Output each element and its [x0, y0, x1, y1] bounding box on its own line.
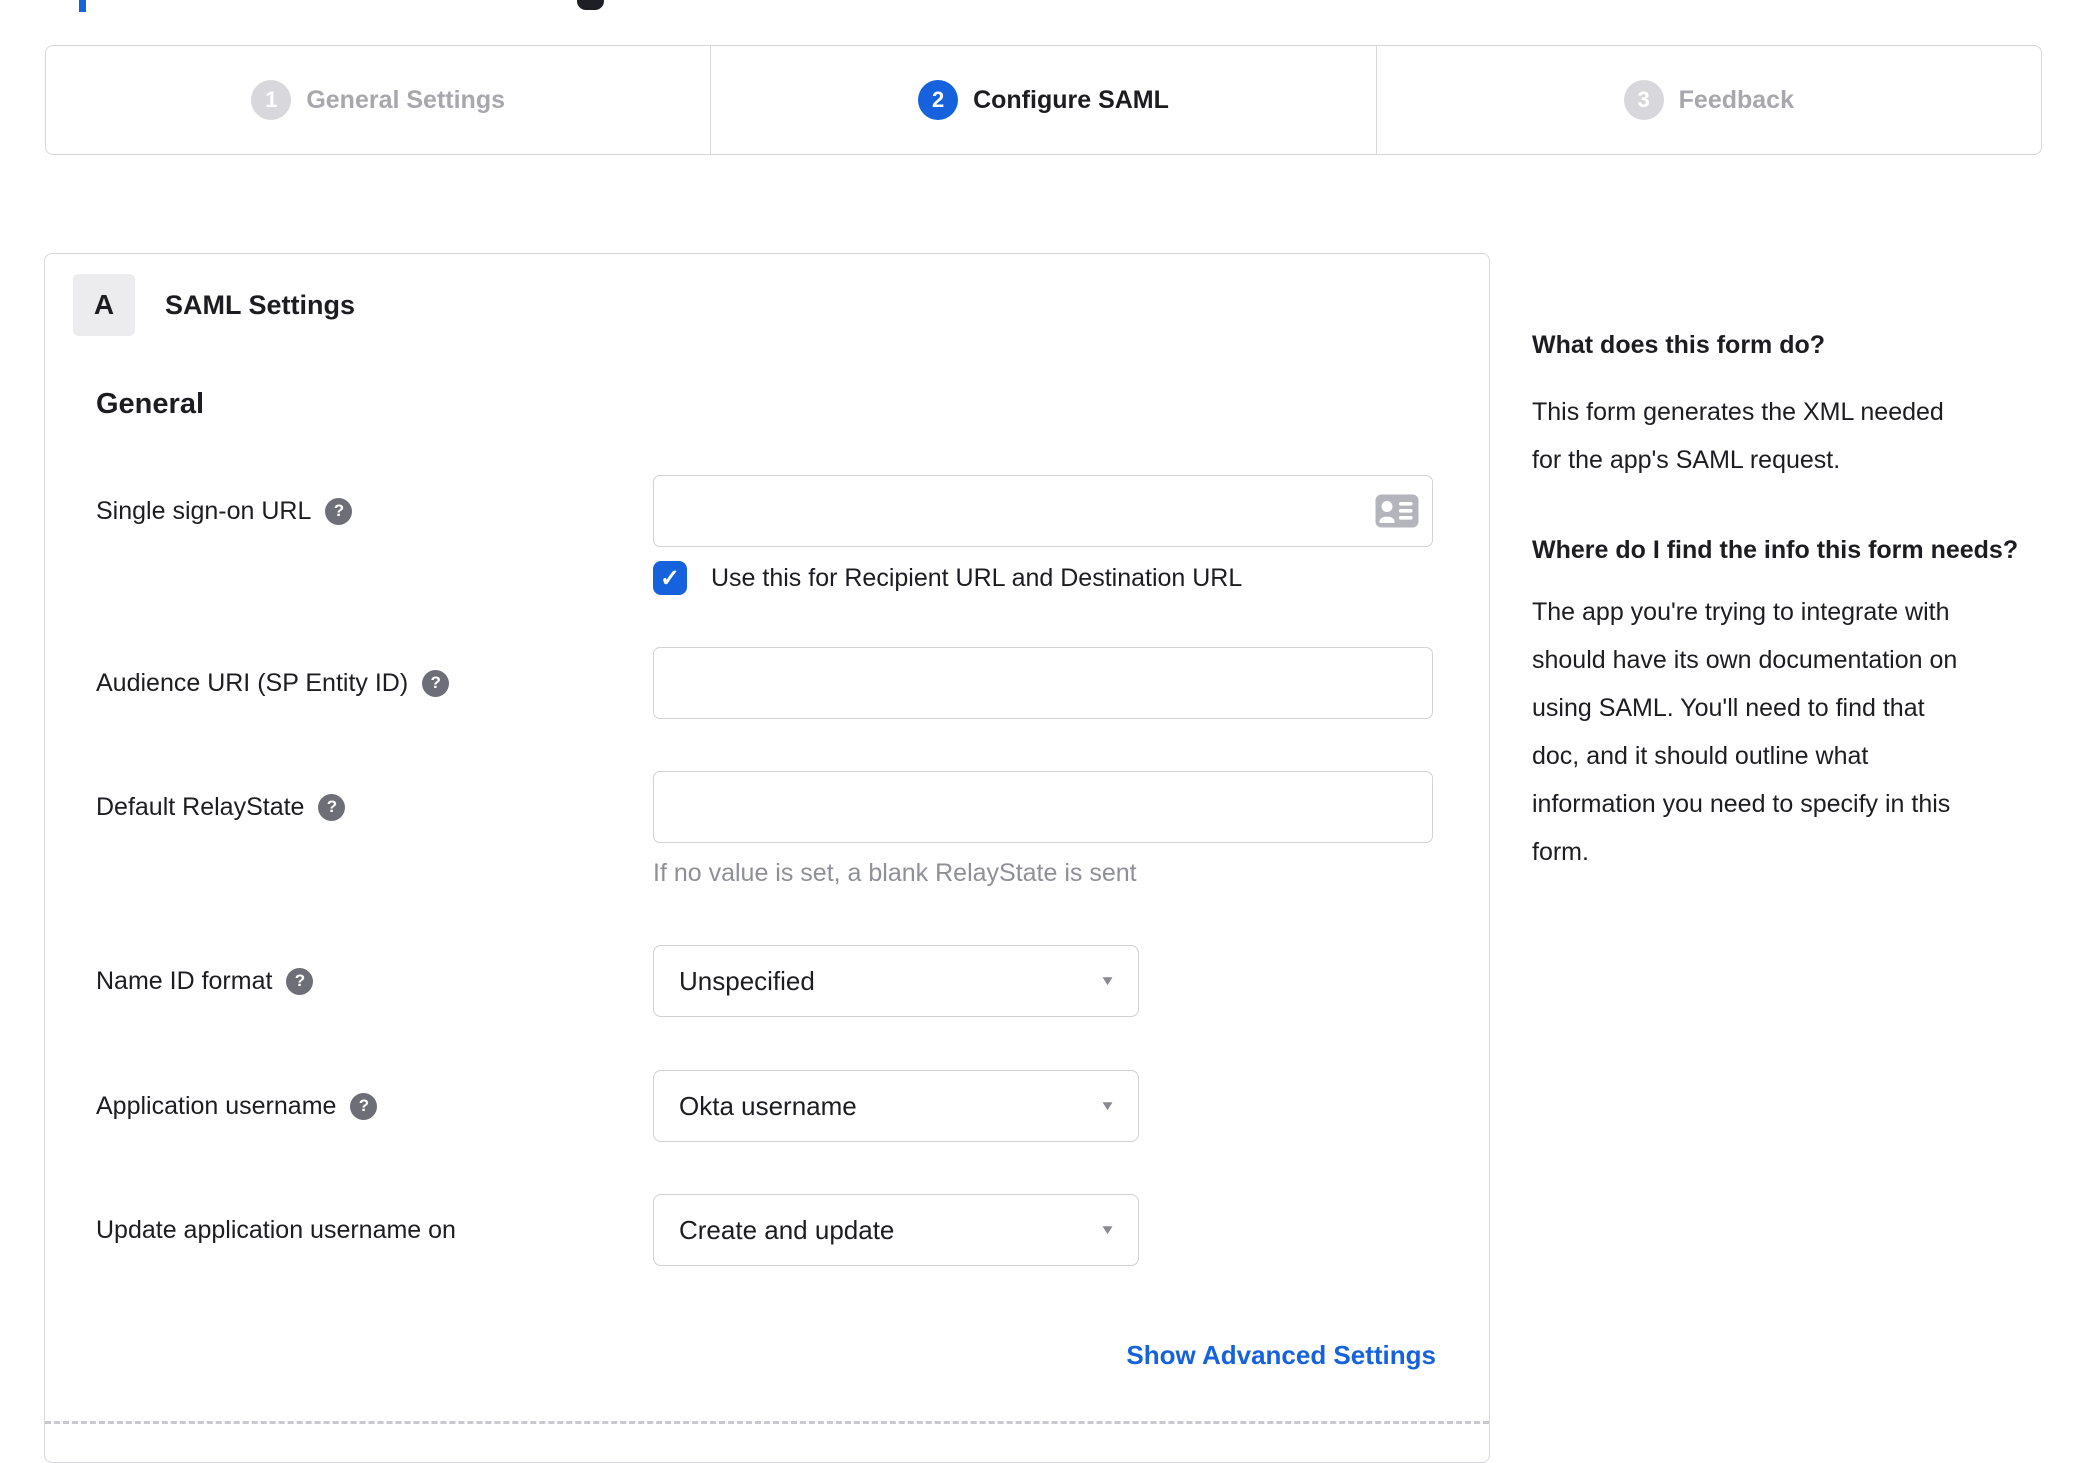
relay-state-label: Default RelayState	[96, 792, 305, 821]
sidebar-paragraph-what: This form generates the XML needed for t…	[1532, 398, 1944, 474]
relay-state-row: Default RelayState ? If no value is set,…	[96, 771, 1436, 888]
sidebar-heading-where: Where do I find the info this form needs…	[1532, 536, 2019, 564]
update-username-label: Update application username on	[96, 1215, 456, 1244]
relay-state-control: If no value is set, a blank RelayState i…	[653, 771, 1436, 888]
sso-url-input[interactable]	[653, 475, 1433, 547]
use-for-recipient-checkbox-label: Use this for Recipient URL and Destinati…	[711, 563, 1243, 592]
step-configure-saml[interactable]: 2 Configure SAML	[710, 46, 1375, 154]
step-3-circle: 3	[1623, 80, 1664, 120]
sso-url-label: Single sign-on URL	[96, 496, 312, 525]
relay-state-help-icon[interactable]: ?	[318, 793, 346, 821]
application-username-control: Okta username ▼	[653, 1070, 1436, 1142]
section-title: SAML Settings	[165, 289, 356, 320]
chevron-down-icon: ▼	[1099, 1098, 1116, 1114]
update-username-label-wrap: Update application username on	[96, 1194, 653, 1266]
name-id-format-control: Unspecified ▼	[653, 945, 1436, 1017]
cropped-icon-fragment	[577, 0, 604, 10]
relay-state-input[interactable]	[653, 771, 1433, 843]
update-username-row: Update application username on Create an…	[96, 1194, 1436, 1266]
help-sidebar: What does this form do? This form genera…	[1532, 330, 2042, 918]
audience-uri-help-icon[interactable]: ?	[422, 669, 450, 697]
application-username-label: Application username	[96, 1091, 337, 1120]
step-general-settings[interactable]: 1 General Settings	[46, 46, 710, 154]
section-letter-badge: A	[73, 274, 135, 336]
chevron-down-icon: ▼	[1099, 973, 1116, 989]
show-advanced-settings-link[interactable]: Show Advanced Settings	[1126, 1340, 1436, 1370]
name-id-format-help-icon[interactable]: ?	[286, 967, 314, 995]
step-3-label: Feedback	[1678, 85, 1794, 114]
audience-uri-label-wrap: Audience URI (SP Entity ID) ?	[96, 647, 653, 719]
sidebar-heading-what: What does this form do?	[1532, 331, 1826, 359]
sidebar-paragraph-where: The app you're trying to integrate with …	[1532, 598, 1958, 866]
audience-uri-row: Audience URI (SP Entity ID) ?	[96, 647, 1436, 719]
step-2-label: Configure SAML	[973, 85, 1169, 114]
cropped-logo-fragment	[79, 0, 86, 12]
application-username-select[interactable]: Okta username ▼	[653, 1070, 1139, 1142]
sso-url-row: Single sign-on URL ? ✓ Use this for Reci…	[96, 475, 1436, 595]
use-for-recipient-checkbox[interactable]: ✓	[653, 561, 687, 595]
name-id-format-select[interactable]: Unspecified ▼	[653, 945, 1139, 1017]
step-2-circle: 2	[918, 80, 959, 120]
dashed-section-divider	[45, 1421, 1489, 1424]
application-username-label-wrap: Application username ?	[96, 1070, 653, 1142]
step-feedback[interactable]: 3 Feedback	[1375, 46, 2041, 154]
step-1-circle: 1	[251, 80, 292, 120]
relay-state-hint: If no value is set, a blank RelayState i…	[653, 859, 1137, 887]
audience-uri-input[interactable]	[653, 647, 1433, 719]
name-id-format-label-wrap: Name ID format ?	[96, 945, 653, 1017]
application-username-help-icon[interactable]: ?	[350, 1092, 378, 1120]
update-username-value: Create and update	[679, 1214, 895, 1245]
update-username-control: Create and update ▼	[653, 1194, 1436, 1266]
name-id-format-value: Unspecified	[679, 965, 815, 996]
step-1-label: General Settings	[306, 85, 505, 114]
name-id-format-row: Name ID format ? Unspecified ▼	[96, 945, 1436, 1017]
recipient-url-checkbox-row: ✓ Use this for Recipient URL and Destina…	[653, 561, 1436, 595]
audience-uri-label: Audience URI (SP Entity ID)	[96, 668, 409, 697]
relay-state-label-wrap: Default RelayState ?	[96, 771, 653, 843]
section-header: A SAML Settings	[73, 274, 355, 336]
chevron-down-icon: ▼	[1099, 1222, 1116, 1238]
saml-settings-panel: A SAML Settings General Single sign-on U…	[44, 253, 1490, 1463]
name-id-format-label: Name ID format	[96, 966, 273, 995]
update-username-select[interactable]: Create and update ▼	[653, 1194, 1139, 1266]
application-username-row: Application username ? Okta username ▼	[96, 1070, 1436, 1142]
application-username-value: Okta username	[679, 1090, 857, 1121]
wizard-stepper: 1 General Settings 2 Configure SAML 3 Fe…	[45, 45, 2042, 155]
audience-uri-control	[653, 647, 1436, 719]
sso-url-control: ✓ Use this for Recipient URL and Destina…	[653, 475, 1436, 595]
general-heading: General	[96, 388, 204, 420]
advanced-settings-row: Show Advanced Settings	[96, 1340, 1436, 1371]
sso-url-help-icon[interactable]: ?	[325, 497, 353, 525]
sso-url-label-wrap: Single sign-on URL ?	[96, 475, 653, 547]
